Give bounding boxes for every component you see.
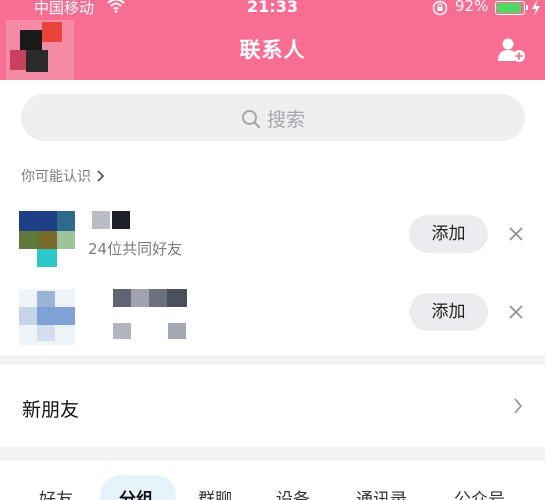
charging-icon (532, 0, 540, 16)
suggestions-header[interactable]: 你可能认识 (21, 166, 105, 186)
avatar-block (39, 231, 57, 249)
battery-percent: 92% (455, 0, 489, 15)
tab-devices[interactable]: 设备 (276, 485, 310, 500)
add-contact-icon[interactable] (498, 37, 526, 63)
battery-cap (526, 5, 528, 10)
chevron-right-icon (97, 170, 105, 182)
add-friend-button[interactable]: 添加 (409, 215, 488, 253)
search-input[interactable]: 搜索 (21, 94, 525, 141)
name-block (112, 211, 130, 229)
close-icon[interactable] (509, 227, 523, 241)
search-section: 搜索 (0, 80, 545, 160)
new-friends-row[interactable]: 新朋友 (0, 365, 545, 447)
top-header: 中国移动 21:33 92% 联系人 (0, 0, 545, 80)
suggestion-item[interactable]: 24位共同好友 添加 (0, 205, 545, 275)
avatar-block (19, 211, 57, 231)
tab-friends[interactable]: 好友 (39, 485, 73, 500)
name-block (113, 289, 131, 307)
avatar-block (19, 231, 39, 249)
battery-icon (495, 1, 525, 15)
name-block (149, 289, 167, 307)
suggestion-avatar (19, 289, 75, 345)
subtitle-block (168, 323, 186, 339)
avatar-block (57, 211, 75, 231)
name-block (92, 211, 110, 229)
chevron-right-icon (514, 398, 523, 414)
subtitle-block (113, 323, 131, 339)
avatar-block (37, 307, 75, 325)
avatar-block (19, 307, 37, 325)
new-friends-label: 新朋友 (22, 399, 80, 421)
tab-groups[interactable]: 分组 (119, 485, 153, 500)
avatar-block (37, 249, 57, 267)
section-divider (0, 355, 545, 365)
search-placeholder: 搜索 (266, 109, 305, 131)
contacts-tab-bar: 好友 分组 群聊 设备 通讯录 公众号 (0, 461, 545, 500)
suggestions-header-label: 你可能认识 (21, 169, 91, 185)
add-friend-button[interactable]: 添加 (409, 293, 488, 331)
suggestion-avatar (19, 211, 75, 267)
status-bar: 中国移动 21:33 92% (0, 0, 545, 18)
search-placeholder-wrap: 搜索 (21, 105, 525, 132)
name-block (131, 289, 149, 307)
close-icon[interactable] (509, 305, 523, 319)
rotation-lock-icon (432, 0, 448, 16)
avatar-block (57, 231, 75, 249)
avatar-block (37, 325, 55, 341)
suggestion-subtitle: 24位共同好友 (88, 240, 183, 258)
search-icon (241, 110, 261, 129)
page-title: 联系人 (239, 38, 306, 62)
section-divider (0, 447, 545, 461)
tab-address-book[interactable]: 通讯录 (356, 485, 407, 500)
name-block (167, 289, 187, 307)
avatar-block (37, 291, 55, 307)
suggestion-item[interactable]: 添加 (0, 283, 545, 353)
tab-official-accounts[interactable]: 公众号 (454, 485, 505, 500)
battery-fill (497, 3, 521, 13)
tab-group-chats[interactable]: 群聊 (198, 485, 232, 500)
